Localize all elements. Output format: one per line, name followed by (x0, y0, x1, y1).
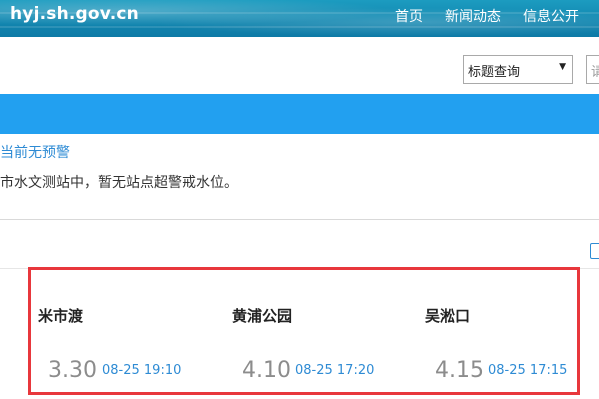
station-name: 米市渡 (38, 307, 84, 325)
warning-text: 市水文测站中，暂无站点超警戒水位。 (0, 175, 238, 191)
nav-item-info-public[interactable]: 信息公开 (523, 6, 579, 26)
station-card[interactable]: 黄浦公园 4.10 08-25 17:20 (232, 268, 412, 399)
nav-item-home[interactable]: 首页 (395, 6, 423, 26)
wave-decoration (0, 26, 599, 28)
station-levels: 米市渡 3.30 08-25 19:10 黄浦公园 4.10 08-25 17:… (0, 268, 599, 399)
search-input[interactable]: 请 (586, 55, 599, 84)
water-level: 3.30 (48, 358, 97, 383)
warning-title[interactable]: 当前无预警 (0, 142, 70, 162)
station-name: 吴淞口 (425, 307, 471, 325)
water-level: 4.15 (435, 358, 484, 383)
search-type-value: 标题查询 (468, 65, 521, 80)
warning-panel: 当前无预警 市水文测站中，暂无站点超警戒水位。 (0, 134, 599, 220)
station-card[interactable]: 米市渡 3.30 08-25 19:10 (38, 268, 218, 399)
section-header-bar (0, 94, 599, 134)
top-nav: 首页 新闻动态 信息公开 (395, 6, 579, 26)
water-level: 4.10 (242, 358, 291, 383)
header-banner: hyj.sh.gov.cn 首页 新闻动态 信息公开 (0, 0, 599, 37)
search-row: 标题查询 ▼ 请 (0, 37, 599, 94)
search-type-select[interactable]: 标题查询 ▼ (463, 55, 573, 84)
site-domain: hyj.sh.gov.cn (10, 4, 139, 24)
search-input-placeholder: 请 (591, 65, 599, 80)
site-title[interactable]: hyj.sh.gov.cn (0, 4, 139, 24)
station-card[interactable]: 吴淞口 4.15 08-25 17:15 (425, 268, 599, 399)
station-name: 黄浦公园 (232, 307, 293, 325)
caret-down-icon: ▼ (559, 62, 566, 72)
reading-time: 08-25 19:10 (102, 363, 182, 378)
reading-time: 08-25 17:15 (488, 363, 568, 378)
reading-time: 08-25 17:20 (295, 363, 375, 378)
nav-item-news[interactable]: 新闻动态 (445, 6, 501, 26)
edit-icon[interactable] (590, 243, 599, 259)
